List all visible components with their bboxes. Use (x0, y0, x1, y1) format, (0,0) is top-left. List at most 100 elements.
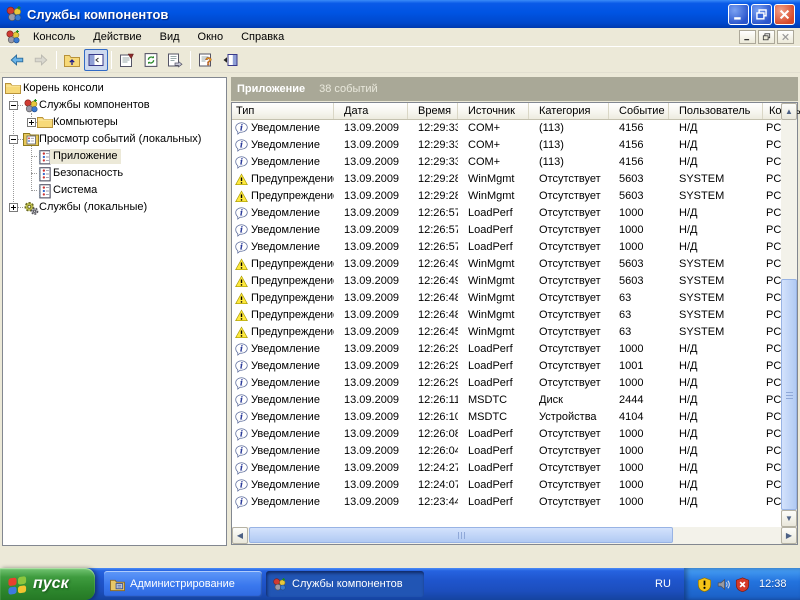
tree-item-label[interactable]: Система (50, 183, 100, 198)
tree-item-label[interactable]: Компьютеры (50, 115, 121, 130)
event-row[interactable]: iУведомление13.09.200912:24:07LoadPerfОт… (232, 477, 781, 494)
start-button[interactable]: пуск (0, 568, 95, 600)
event-row[interactable]: Предупреждение13.09.200912:26:45WinMgmtО… (232, 324, 781, 341)
tree-item-label[interactable]: Корень консоли (20, 81, 107, 96)
tree-item-label[interactable]: Безопасность (50, 166, 126, 181)
menu-справка[interactable]: Справка (232, 29, 293, 45)
event-row[interactable]: iУведомление13.09.200912:26:10MSDTCУстро… (232, 409, 781, 426)
tree-item[interactable]: Корень консоли (3, 80, 226, 97)
event-row[interactable]: iУведомление13.09.200912:26:11MSDTCДиск2… (232, 392, 781, 409)
event-row[interactable]: iУведомление13.09.200912:23:44LoadPerfОт… (232, 494, 781, 511)
tree-item[interactable]: Приложение (3, 148, 226, 165)
tree-item[interactable]: Службы (локальные) (3, 199, 226, 216)
tree-item[interactable]: Просмотр событий (локальных) (3, 131, 226, 148)
info-icon: i (235, 224, 248, 237)
event-user: SYSTEM (669, 171, 763, 188)
event-row[interactable]: iУведомление13.09.200912:24:27LoadPerfОт… (232, 460, 781, 477)
event-row[interactable]: Предупреждение13.09.200912:26:49WinMgmtО… (232, 273, 781, 290)
export-list-button[interactable] (163, 49, 187, 71)
security-warning-icon[interactable] (697, 577, 712, 592)
back-button[interactable] (5, 49, 29, 71)
vertical-scroll-thumb[interactable] (781, 279, 797, 510)
column-header-5[interactable]: Событие (609, 103, 669, 119)
properties-button[interactable] (115, 49, 139, 71)
menu-консоль[interactable]: Консоль (24, 29, 84, 45)
console-tree-panel: Корень консоли Службы компонентов Компьюте… (2, 77, 227, 546)
event-user: Н/Д (669, 205, 763, 222)
tree-expander-plus[interactable] (27, 118, 36, 127)
event-computer: PC (763, 154, 781, 171)
column-header-2[interactable]: Время (408, 103, 458, 119)
tree-item-label[interactable]: Службы (локальные) (36, 200, 150, 215)
svg-text:i: i (240, 395, 243, 405)
up-level-button[interactable] (60, 49, 84, 71)
event-type-cell: iУведомление (232, 222, 334, 239)
language-indicator[interactable]: RU (645, 568, 681, 600)
menu-действие[interactable]: Действие (84, 29, 150, 45)
mdi-minimize-button[interactable] (739, 30, 756, 44)
event-row[interactable]: iУведомление13.09.200912:26:57LoadPerfОт… (232, 239, 781, 256)
taskbar-button-1[interactable]: Администрирование (104, 571, 262, 597)
column-header-3[interactable]: Источник (458, 103, 529, 119)
column-header-0[interactable]: Тип (232, 103, 334, 119)
event-row[interactable]: Предупреждение13.09.200912:29:28WinMgmtО… (232, 171, 781, 188)
event-source: LoadPerf (458, 222, 529, 239)
event-row[interactable]: iУведомление13.09.200912:26:08LoadPerfОт… (232, 426, 781, 443)
event-row[interactable]: iУведомление13.09.200912:26:04LoadPerfОт… (232, 443, 781, 460)
column-header-1[interactable]: Дата (334, 103, 408, 119)
minimize-button[interactable] (728, 4, 749, 25)
tree-item[interactable]: Система (3, 182, 226, 199)
mdi-restore-button[interactable] (758, 30, 775, 44)
column-header-6[interactable]: Пользователь (669, 103, 763, 119)
show-panel-button[interactable] (218, 49, 242, 71)
tree-item-label[interactable]: Службы компонентов (36, 98, 153, 113)
tree-expander-minus[interactable] (9, 135, 18, 144)
help-button[interactable]: ? (194, 49, 218, 71)
forward-button[interactable] (29, 49, 53, 71)
menu-окно[interactable]: Окно (189, 29, 233, 45)
close-button[interactable] (774, 4, 795, 25)
horizontal-scrollbar[interactable]: ◀ ▶ (232, 527, 797, 544)
event-row[interactable]: Предупреждение13.09.200912:26:48WinMgmtО… (232, 290, 781, 307)
mdi-window-icon[interactable] (5, 29, 21, 45)
event-category: Отсутствует (529, 205, 609, 222)
tree-item-label[interactable]: Просмотр событий (локальных) (36, 132, 204, 147)
column-header-4[interactable]: Категория (529, 103, 609, 119)
event-row[interactable]: iУведомление13.09.200912:26:29LoadPerfОт… (232, 375, 781, 392)
event-row[interactable]: Предупреждение13.09.200912:29:28WinMgmtО… (232, 188, 781, 205)
show-tree-button[interactable] (84, 49, 108, 71)
restore-button[interactable] (751, 4, 772, 25)
refresh-button[interactable] (139, 49, 163, 71)
event-row[interactable]: iУведомление13.09.200912:29:33COM+(113)4… (232, 154, 781, 171)
event-user: SYSTEM (669, 307, 763, 324)
tree-item-label[interactable]: Приложение (50, 149, 121, 164)
tree-item[interactable]: Компьютеры (3, 114, 226, 131)
security-alert-icon[interactable] (735, 577, 750, 592)
tree-expander-minus[interactable] (9, 101, 18, 110)
svg-text:i: i (240, 463, 243, 473)
event-row[interactable]: iУведомление13.09.200912:26:29LoadPerfОт… (232, 358, 781, 375)
taskbar-button-2[interactable]: Службы компонентов (266, 571, 424, 597)
tree-expander-plus[interactable] (9, 203, 18, 212)
vertical-scrollbar[interactable]: ▲ ▼ (781, 103, 797, 527)
event-row[interactable]: Предупреждение13.09.200912:26:48WinMgmtО… (232, 307, 781, 324)
event-row[interactable]: iУведомление13.09.200912:26:29LoadPerfОт… (232, 341, 781, 358)
mdi-close-button[interactable] (777, 30, 794, 44)
scroll-up-button[interactable]: ▲ (781, 103, 797, 120)
event-row[interactable]: iУведомление13.09.200912:26:57LoadPerfОт… (232, 205, 781, 222)
event-row[interactable]: iУведомление13.09.200912:26:57LoadPerfОт… (232, 222, 781, 239)
scroll-down-button[interactable]: ▼ (781, 510, 797, 527)
event-row[interactable]: iУведомление13.09.200912:29:33COM+(113)4… (232, 120, 781, 137)
event-row[interactable]: Предупреждение13.09.200912:26:49WinMgmtО… (232, 256, 781, 273)
event-type-cell: Предупреждение (232, 290, 334, 307)
scroll-right-button[interactable]: ▶ (781, 527, 797, 544)
event-id: 63 (609, 307, 669, 324)
volume-icon[interactable] (716, 577, 731, 592)
scroll-left-button[interactable]: ◀ (232, 527, 248, 544)
clock[interactable]: 12:38 (759, 578, 787, 590)
tree-item[interactable]: Службы компонентов (3, 97, 226, 114)
tree-item[interactable]: Безопасность (3, 165, 226, 182)
horizontal-scroll-thumb[interactable] (249, 527, 673, 543)
event-row[interactable]: iУведомление13.09.200912:29:33COM+(113)4… (232, 137, 781, 154)
menu-вид[interactable]: Вид (151, 29, 189, 45)
